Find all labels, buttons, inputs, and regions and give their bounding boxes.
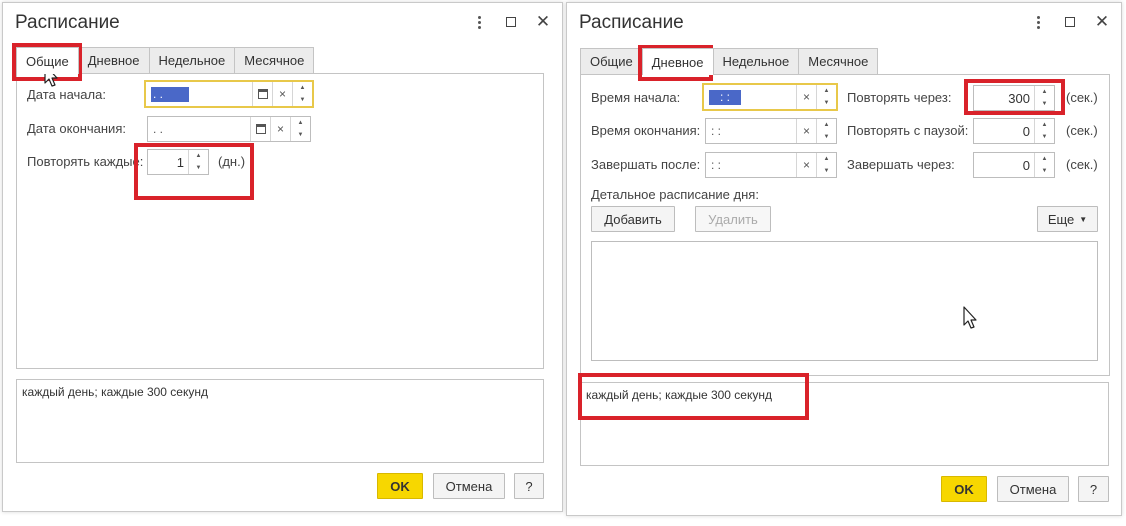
time-spinner[interactable]: ▲ ▼ bbox=[816, 119, 836, 143]
start-time-value: : : bbox=[709, 89, 741, 105]
close-icon[interactable]: ✕ bbox=[1095, 13, 1109, 30]
finish-after-field[interactable]: : : × ▲ ▼ bbox=[705, 152, 837, 178]
more-dropdown-button[interactable]: Еще ▼ bbox=[1037, 206, 1098, 232]
start-time-field[interactable]: : : × ▲ ▼ bbox=[702, 83, 838, 111]
mouse-cursor-icon bbox=[963, 306, 977, 329]
more-menu-icon[interactable] bbox=[1031, 15, 1045, 29]
tab-weekly[interactable]: Недельное bbox=[148, 47, 236, 73]
repeat-every-label: Повторять каждые: bbox=[27, 154, 144, 169]
ok-button[interactable]: OK bbox=[377, 473, 423, 499]
end-time-field[interactable]: : : × ▲ ▼ bbox=[705, 118, 837, 144]
help-button[interactable]: ? bbox=[1078, 476, 1109, 502]
tab-general[interactable]: Общие bbox=[16, 47, 79, 74]
repeat-after-value: 300 bbox=[1008, 90, 1030, 106]
repeat-every-input[interactable]: 1 ▲ ▼ bbox=[147, 149, 209, 175]
close-icon[interactable]: ✕ bbox=[536, 13, 550, 30]
ok-button[interactable]: OK bbox=[941, 476, 987, 502]
repeat-every-spinner[interactable]: ▲ ▼ bbox=[188, 150, 208, 174]
end-time-value: : : bbox=[711, 124, 722, 138]
finish-in-spinner[interactable]: ▲ ▼ bbox=[1034, 153, 1054, 177]
repeat-after-unit: (сек.) bbox=[1066, 90, 1098, 105]
dialog-title: Расписание bbox=[15, 12, 120, 33]
maximize-icon[interactable] bbox=[504, 15, 518, 29]
schedule-summary: каждый день; каждые 300 секунд bbox=[580, 382, 1109, 466]
finish-after-value: : : bbox=[711, 158, 722, 172]
summary-text: каждый день; каждые 300 секунд bbox=[586, 388, 772, 402]
end-date-label: Дата окончания: bbox=[27, 121, 126, 136]
more-menu-icon[interactable] bbox=[472, 15, 486, 29]
repeat-after-label: Повторять через: bbox=[847, 90, 952, 105]
time-spinner[interactable]: ▲ ▼ bbox=[816, 85, 836, 109]
caret-down-icon: ▼ bbox=[1079, 214, 1088, 224]
start-date-field[interactable]: . . × ▲ ▼ bbox=[144, 80, 314, 108]
start-time-label: Время начала: bbox=[591, 90, 681, 105]
repeat-every-value: 1 bbox=[176, 154, 184, 170]
clear-icon[interactable]: × bbox=[270, 117, 290, 141]
detail-schedule-label: Детальное расписание дня: bbox=[591, 187, 759, 202]
end-date-value: . . bbox=[153, 122, 164, 136]
finish-after-label: Завершать после: bbox=[591, 157, 701, 172]
repeat-pause-unit: (сек.) bbox=[1066, 123, 1098, 138]
repeat-pause-value: 0 bbox=[1022, 123, 1030, 139]
repeat-after-input[interactable]: 300 ▲ ▼ bbox=[973, 85, 1055, 111]
detail-schedule-list[interactable] bbox=[591, 241, 1098, 361]
tab-monthly[interactable]: Месячное bbox=[234, 47, 315, 73]
more-label: Еще bbox=[1047, 211, 1075, 227]
calendar-icon[interactable] bbox=[250, 117, 270, 141]
schedule-dialog-daily: Расписание ✕ Общие Дневное Недельное Мес… bbox=[566, 2, 1122, 516]
date-spinner[interactable]: ▲ ▼ bbox=[290, 117, 310, 141]
finish-in-unit: (сек.) bbox=[1066, 157, 1098, 172]
cancel-button[interactable]: Отмена bbox=[997, 476, 1069, 502]
time-spinner[interactable]: ▲ ▼ bbox=[816, 153, 836, 177]
tab-weekly[interactable]: Недельное bbox=[712, 48, 800, 74]
finish-in-label: Завершать через: bbox=[847, 157, 955, 172]
start-date-value: . . bbox=[151, 86, 189, 102]
schedule-dialog-general: Расписание ✕ Общие Дневное Недельное Мес… bbox=[2, 2, 563, 512]
add-button[interactable]: Добавить bbox=[591, 206, 675, 232]
finish-in-input[interactable]: 0 ▲ ▼ bbox=[973, 152, 1055, 178]
calendar-icon[interactable] bbox=[252, 82, 272, 106]
tab-general[interactable]: Общие bbox=[580, 48, 643, 74]
help-button[interactable]: ? bbox=[514, 473, 544, 499]
repeat-after-spinner[interactable]: ▲ ▼ bbox=[1034, 86, 1054, 110]
clear-icon[interactable]: × bbox=[796, 153, 816, 177]
end-time-label: Время окончания: bbox=[591, 123, 701, 138]
start-date-label: Дата начала: bbox=[27, 87, 106, 102]
tab-daily[interactable]: Дневное bbox=[77, 47, 150, 73]
repeat-pause-input[interactable]: 0 ▲ ▼ bbox=[973, 118, 1055, 144]
tab-monthly[interactable]: Месячное bbox=[798, 48, 879, 74]
date-spinner[interactable]: ▲ ▼ bbox=[292, 82, 312, 106]
repeat-every-unit: (дн.) bbox=[218, 154, 246, 169]
end-date-field[interactable]: . . × ▲ ▼ bbox=[147, 116, 311, 142]
repeat-pause-label: Повторять с паузой: bbox=[847, 123, 969, 138]
clear-icon[interactable]: × bbox=[796, 85, 816, 109]
maximize-icon[interactable] bbox=[1063, 15, 1077, 29]
repeat-pause-spinner[interactable]: ▲ ▼ bbox=[1034, 119, 1054, 143]
delete-button[interactable]: Удалить bbox=[695, 206, 771, 232]
clear-icon[interactable]: × bbox=[796, 119, 816, 143]
tab-daily[interactable]: Дневное bbox=[641, 48, 714, 75]
summary-text: каждый день; каждые 300 секунд bbox=[22, 385, 208, 399]
clear-icon[interactable]: × bbox=[272, 82, 292, 106]
cancel-button[interactable]: Отмена bbox=[433, 473, 505, 499]
finish-in-value: 0 bbox=[1022, 157, 1030, 173]
dialog-title: Расписание bbox=[579, 12, 684, 33]
schedule-summary: каждый день; каждые 300 секунд bbox=[16, 379, 544, 463]
